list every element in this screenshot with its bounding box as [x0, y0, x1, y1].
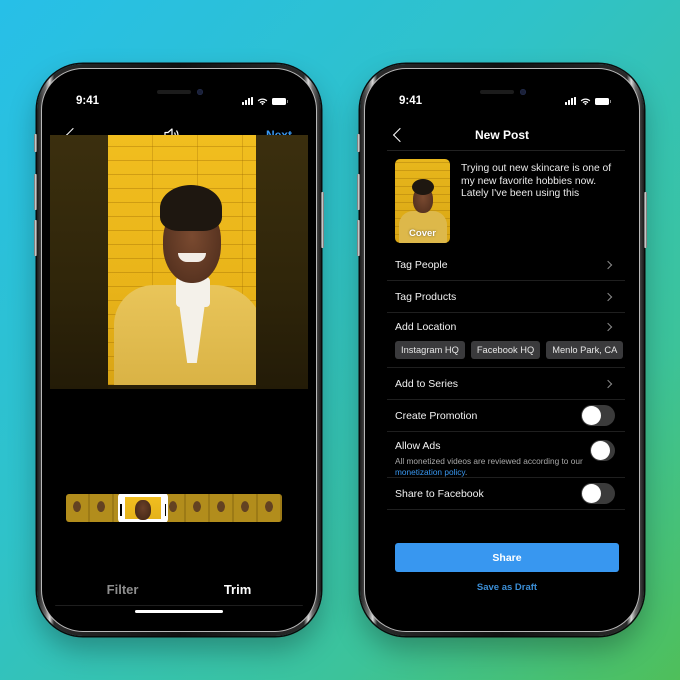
mute-switch [34, 134, 37, 152]
battery-icon [595, 97, 611, 105]
wifi-icon [580, 97, 591, 105]
power-button [321, 192, 324, 248]
chevron-right-icon [603, 322, 613, 332]
location-chip[interactable]: Facebook HQ [470, 341, 541, 359]
trim-handle[interactable] [118, 494, 168, 522]
volume-down-button [34, 220, 37, 256]
video-preview[interactable] [50, 135, 308, 389]
new-post-screen: 9:41 New Post Cover Trying out new skinc… [373, 77, 631, 623]
status-time: 9:41 [399, 95, 423, 107]
nav-divider [387, 150, 625, 151]
caption-input[interactable]: Trying out new skincare is one of my new… [461, 163, 619, 201]
share-facebook-toggle[interactable] [581, 483, 615, 504]
post-header: Cover Trying out new skincare is one of … [395, 159, 621, 245]
wifi-icon [257, 97, 268, 105]
status-bar: 9:41 [50, 92, 308, 110]
cover-label: Cover [409, 228, 436, 239]
volume-down-button [357, 220, 360, 256]
editor-tabs: Filter Trim [50, 577, 308, 601]
tab-filter[interactable]: Filter [107, 582, 139, 597]
share-button[interactable]: Share [395, 543, 619, 572]
create-promotion-toggle[interactable] [581, 405, 615, 426]
signal-icon [242, 97, 253, 105]
home-indicator[interactable] [135, 609, 223, 613]
row-tag-products[interactable]: Tag Products [387, 281, 625, 313]
post-settings-list: Tag People Tag Products Add Location Ins… [387, 249, 625, 510]
page-title: New Post [474, 128, 529, 142]
row-add-location[interactable]: Add Location [387, 313, 625, 341]
video-filmstrip[interactable] [66, 494, 282, 522]
phone-new-post: 9:41 New Post Cover Trying out new skinc… [357, 64, 647, 636]
signal-icon [565, 97, 576, 105]
location-suggestions: Instagram HQ Facebook HQ Menlo Park, CA [387, 341, 625, 368]
phone-editor: 9:41 Filter Trim [34, 64, 324, 636]
volume-up-button [34, 174, 37, 210]
cover-thumbnail[interactable]: Cover [395, 159, 450, 243]
battery-icon [272, 97, 288, 105]
status-bar: 9:41 [373, 92, 631, 110]
allow-ads-description: All monetized videos are reviewed accord… [395, 456, 583, 477]
row-add-to-series[interactable]: Add to Series [387, 368, 625, 400]
row-tag-people[interactable]: Tag People [387, 249, 625, 281]
volume-up-button [357, 174, 360, 210]
status-time: 9:41 [76, 95, 100, 107]
location-chip[interactable]: Instagram HQ [395, 341, 465, 359]
video-frame [108, 135, 256, 385]
power-button [644, 192, 647, 248]
editor-screen: 9:41 Filter Trim [50, 77, 308, 623]
new-post-nav: New Post [373, 121, 631, 149]
allow-ads-toggle[interactable] [589, 440, 615, 461]
chevron-left-icon[interactable] [392, 127, 408, 143]
phone-bezel: 9:41 New Post Cover Trying out new skinc… [364, 68, 640, 632]
chevron-right-icon [603, 292, 613, 301]
location-chip[interactable]: Menlo Park, CA [546, 341, 624, 359]
chevron-right-icon [603, 379, 613, 388]
phone-bezel: 9:41 Filter Trim [41, 68, 317, 632]
tabs-divider [50, 605, 308, 606]
tab-trim[interactable]: Trim [224, 582, 251, 597]
chevron-right-icon [603, 260, 613, 269]
row-share-facebook: Share to Facebook [387, 478, 625, 510]
mute-switch [357, 134, 360, 152]
monetization-policy-link[interactable]: monetization policy [395, 467, 465, 477]
row-create-promotion: Create Promotion [387, 400, 625, 432]
save-draft-link[interactable]: Save as Draft [395, 582, 619, 593]
row-allow-ads: Allow Ads All monetized videos are revie… [387, 432, 625, 478]
